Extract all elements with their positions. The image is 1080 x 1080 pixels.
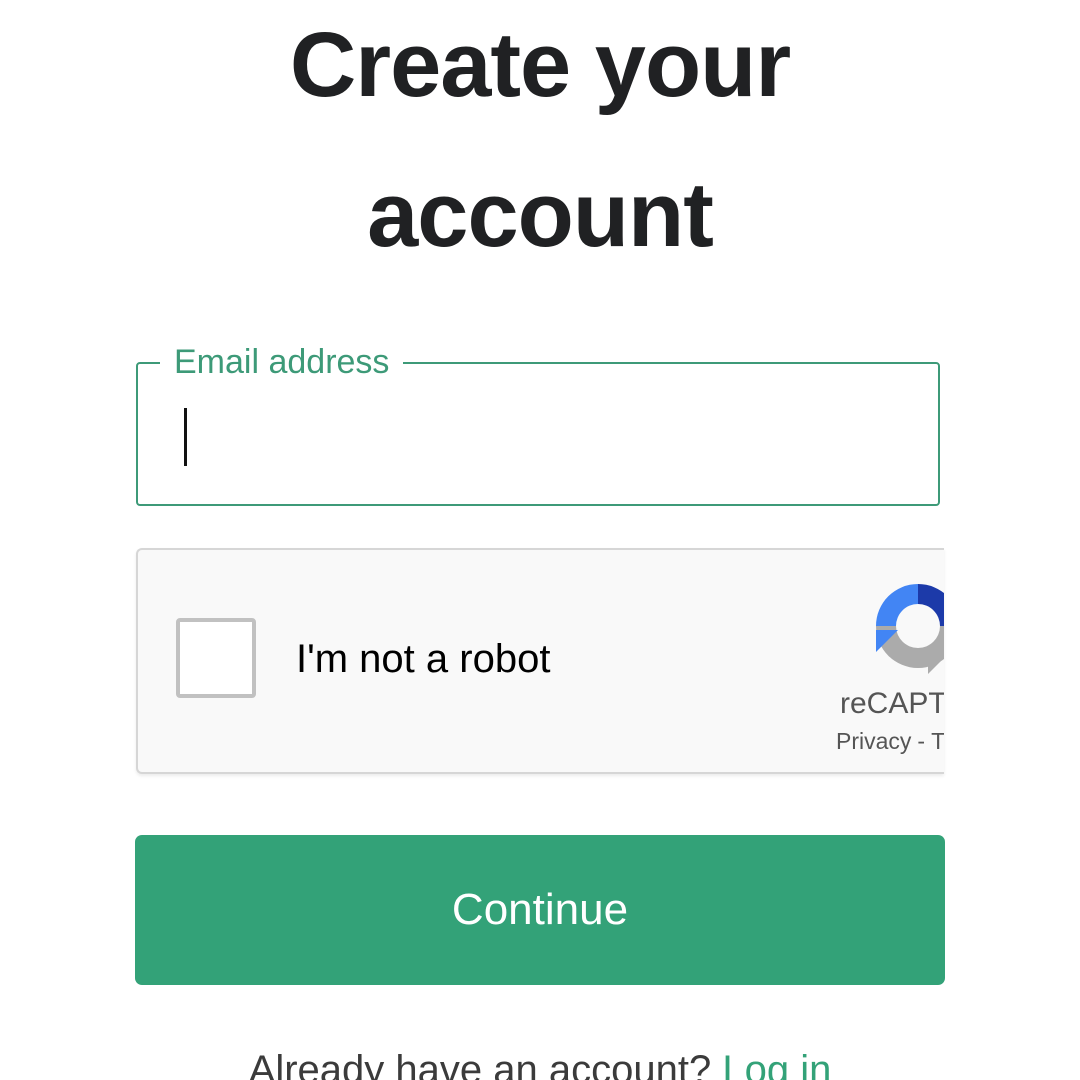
page-title-line-2: account bbox=[367, 164, 714, 266]
recaptcha-widget: I'm not a robot reCAPT Privacy - T bbox=[136, 548, 944, 774]
login-prompt: Already have an account? Log in bbox=[0, 1044, 1080, 1080]
email-field-label: Email address bbox=[160, 340, 404, 384]
text-cursor bbox=[184, 408, 187, 466]
not-a-robot-checkbox[interactable] bbox=[176, 618, 256, 698]
not-a-robot-label: I'm not a robot bbox=[296, 637, 551, 681]
recaptcha-link-separator: - bbox=[917, 728, 926, 754]
login-link[interactable]: Log in bbox=[722, 1048, 831, 1080]
recaptcha-privacy-link[interactable]: Privacy bbox=[836, 728, 911, 754]
continue-button[interactable]: Continue bbox=[135, 835, 945, 985]
page-title-line-1: Create your bbox=[289, 14, 791, 116]
login-prompt-text: Already have an account? bbox=[248, 1048, 712, 1080]
recaptcha-terms-link[interactable]: T bbox=[931, 728, 944, 754]
page-title: Create your account bbox=[0, 0, 1080, 290]
signup-page: Create your account Email address I'm no… bbox=[0, 0, 1080, 1080]
recaptcha-logo-icon bbox=[876, 584, 944, 674]
recaptcha-brand-text: reCAPT bbox=[840, 687, 944, 720]
email-field[interactable]: Email address bbox=[136, 340, 940, 506]
email-input[interactable] bbox=[178, 400, 902, 472]
recaptcha-links: Privacy - T bbox=[836, 726, 944, 756]
